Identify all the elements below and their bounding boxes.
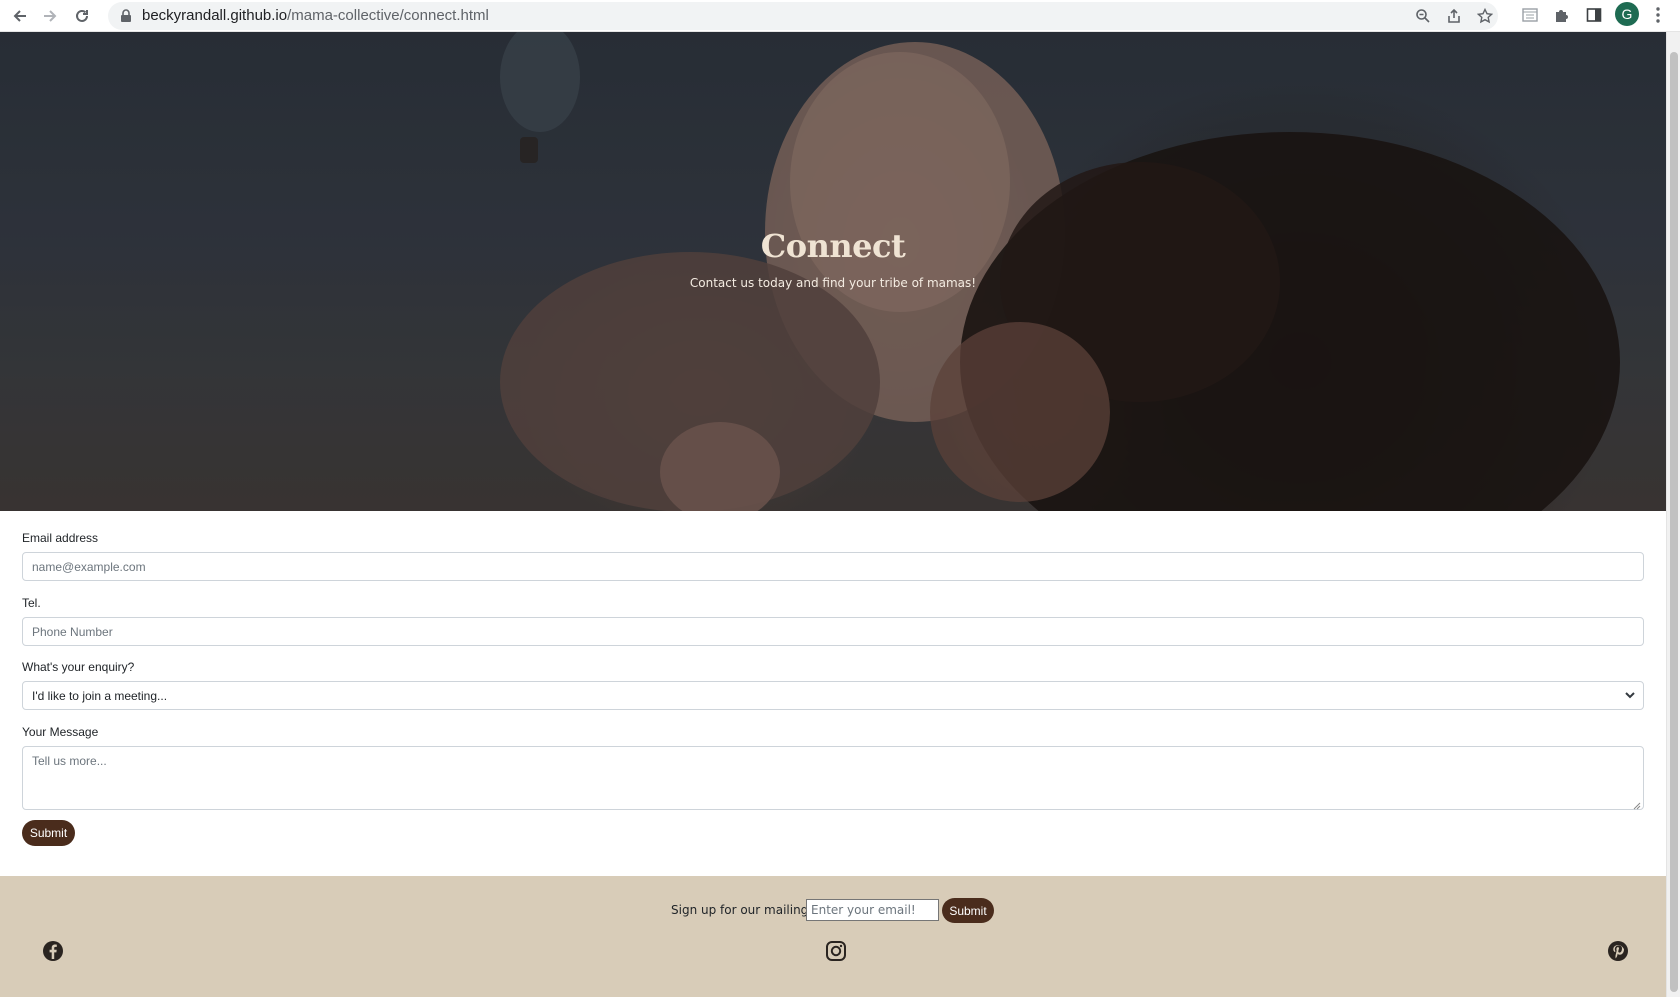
mailing-list-placeholder: Enter your email! (811, 903, 916, 917)
scrollbar[interactable] (1666, 32, 1680, 997)
back-icon[interactable] (10, 6, 30, 26)
phone-field[interactable]: Phone Number (22, 617, 1644, 646)
forward-icon[interactable] (40, 6, 60, 26)
message-label: Your Message (22, 725, 99, 739)
email-label: Email address (22, 531, 99, 545)
puzzle-icon[interactable] (1551, 4, 1573, 26)
side-panel-icon[interactable] (1583, 4, 1605, 26)
page-viewport: Connect Contact us today and find your t… (0, 32, 1666, 997)
phone-placeholder: Phone Number (32, 625, 113, 639)
page-subtitle: Contact us today and find your tribe of … (689, 276, 977, 290)
hero-banner: Connect Contact us today and find your t… (0, 32, 1666, 511)
tel-label: Tel. (22, 596, 41, 610)
zoom-icon[interactable] (1413, 6, 1433, 26)
message-placeholder: Tell us more... (32, 754, 107, 768)
message-textarea[interactable]: Tell us more... (22, 746, 1644, 810)
mailing-list-submit-button[interactable]: Submit (942, 898, 994, 923)
submit-button[interactable]: Submit (22, 820, 75, 846)
bookmark-star-icon[interactable] (1475, 6, 1495, 26)
reload-icon[interactable] (72, 6, 92, 26)
page-title: Connect (760, 227, 906, 265)
lock-icon (120, 9, 132, 23)
enquiry-selected-value: I'd like to join a meeting... (32, 689, 168, 703)
facebook-icon[interactable] (42, 940, 64, 962)
kebab-menu-icon[interactable] (1647, 4, 1669, 26)
site-footer: Sign up for our mailing list! Enter your… (0, 876, 1666, 997)
enquiry-label: What's your enquiry? (22, 660, 135, 674)
hero-overlay (0, 32, 1666, 511)
pinterest-icon[interactable] (1607, 940, 1629, 962)
scrollbar-thumb[interactable] (1670, 52, 1678, 992)
chevron-down-icon (1623, 688, 1637, 702)
enquiry-select[interactable]: I'd like to join a meeting... (22, 681, 1644, 710)
share-icon[interactable] (1444, 6, 1464, 26)
email-field[interactable]: name@example.com (22, 552, 1644, 581)
browser-toolbar: beckyrandall.github.io/mama-collective/c… (0, 0, 1680, 32)
extension-tab-icon[interactable] (1519, 4, 1541, 26)
profile-avatar[interactable]: G (1615, 2, 1639, 26)
email-placeholder: name@example.com (32, 560, 146, 574)
instagram-icon[interactable] (825, 940, 847, 962)
resize-handle-icon[interactable] (1633, 799, 1641, 810)
mailing-list-email-input[interactable]: Enter your email! (806, 899, 939, 921)
address-bar[interactable]: beckyrandall.github.io/mama-collective/c… (108, 2, 1498, 30)
url-text: beckyrandall.github.io/mama-collective/c… (142, 7, 489, 24)
